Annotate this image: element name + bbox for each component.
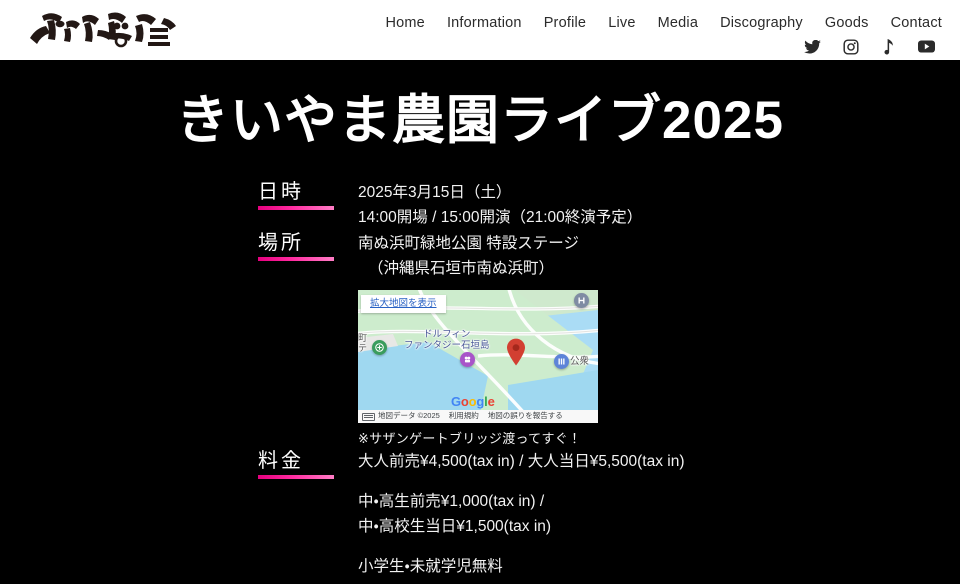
map-report-link[interactable]: 地図の誤りを報告する: [488, 410, 563, 422]
main-navigation: Home Information Profile Live Media Disc…: [385, 15, 942, 31]
fee-spacer-2: [358, 539, 960, 554]
map-poi-label-koshu: 公衆: [570, 355, 590, 367]
nav-item-profile[interactable]: Profile: [544, 15, 587, 31]
map-poi-label-machi: 町テ: [358, 332, 368, 354]
map-attribution-bar: 地図データ ©2025 利用規約 地図の誤りを報告する: [358, 409, 598, 423]
main-content: きいやま農園ライブ2025 日時 2025年3月15日（土） 14:00開場 /…: [0, 91, 960, 579]
detail-row-place: 場所 南ぬ浜町緑地公園 特設ステージ （沖縄県石垣市南ぬ浜町） 拡大地図を表示 …: [258, 231, 960, 449]
map-poi-label-dolphin: ドルフィン ファンタジー石垣島: [404, 328, 490, 351]
nav-item-goods[interactable]: Goods: [825, 15, 869, 31]
detail-value-fee: 大人前売¥4,500(tax in) / 大人当日¥5,500(tax in) …: [358, 449, 960, 579]
detail-label-fee: 料金: [258, 449, 358, 479]
detail-value-datetime: 2025年3月15日（土） 14:00開場 / 15:00開演（21:00終演予…: [358, 180, 960, 230]
fee-student-door: 中・高校生当日¥1,500(tax in): [358, 518, 552, 535]
place-venue: 南ぬ浜町緑地公園 特設ステージ: [358, 234, 579, 252]
map-poi-attraction-icon[interactable]: [460, 351, 475, 367]
detail-label-place: 場所: [258, 231, 358, 261]
map-poi-hospital-icon[interactable]: [574, 292, 589, 308]
map-poi-restroom-icon[interactable]: [554, 353, 569, 369]
social-links: [804, 38, 935, 55]
fee-children-free: 小学生・未就学児無料: [358, 558, 503, 576]
datetime-date: 2025年3月15日（土）: [358, 184, 512, 202]
map-expand-link[interactable]: 拡大地図を表示: [361, 294, 446, 314]
detail-label-fee-text: 料金: [258, 449, 304, 472]
twitter-icon[interactable]: [804, 38, 821, 55]
site-header: Home Information Profile Live Media Disc…: [0, 0, 960, 60]
fee-spacer: [358, 474, 960, 489]
nav-item-discography[interactable]: Discography: [720, 15, 803, 31]
page-title: きいやま農園ライブ2025: [176, 91, 784, 150]
detail-label-place-text: 場所: [258, 231, 304, 254]
map-terms-link[interactable]: 利用規約: [449, 410, 479, 422]
detail-row-fee: 料金 大人前売¥4,500(tax in) / 大人当日¥5,500(tax i…: [258, 449, 960, 579]
place-note: ※サザンゲートブリッジ渡ってすぐ！: [358, 430, 582, 446]
detail-row-datetime: 日時 2025年3月15日（土） 14:00開場 / 15:00開演（21:00…: [258, 180, 960, 230]
detail-value-place: 南ぬ浜町緑地公園 特設ステージ （沖縄県石垣市南ぬ浜町） 拡大地図を表示 町 テ…: [358, 231, 960, 449]
detail-label-datetime-text: 日時: [258, 181, 304, 204]
keyboard-shortcuts-icon[interactable]: [362, 412, 375, 421]
map-poi-park-icon[interactable]: [372, 339, 387, 355]
site-logo[interactable]: [22, 6, 192, 54]
detail-label-datetime: 日時: [258, 180, 358, 211]
datetime-times: 14:00開場 / 15:00開演（21:00終演予定）: [358, 209, 643, 227]
header-right: Home Information Profile Live Media Disc…: [385, 0, 950, 55]
fee-student-advance: 中・高生前売¥1,000(tax in) /: [358, 492, 545, 510]
google-watermark: Google: [451, 393, 495, 409]
label-underline-accent: [258, 206, 334, 211]
label-underline-accent: [258, 256, 334, 261]
instagram-icon[interactable]: [842, 38, 859, 55]
map-attribution-data: 地図データ ©2025: [378, 411, 440, 421]
youtube-icon[interactable]: [918, 38, 935, 55]
embedded-map[interactable]: 拡大地図を表示 町テ ドルフィン ファンタジー石垣島 公衆 Google 地図デ…: [358, 289, 598, 423]
nav-item-live[interactable]: Live: [608, 15, 635, 31]
nav-item-home[interactable]: Home: [385, 15, 424, 31]
nav-item-contact[interactable]: Contact: [891, 15, 942, 31]
nav-item-information[interactable]: Information: [447, 15, 522, 31]
music-note-icon[interactable]: [880, 38, 897, 55]
map-location-pin[interactable]: [506, 338, 526, 366]
nav-item-media[interactable]: Media: [658, 15, 699, 31]
fee-adult: 大人前売¥4,500(tax in) / 大人当日¥5,500(tax in): [358, 452, 685, 470]
event-details: 日時 2025年3月15日（土） 14:00開場 / 15:00開演（21:00…: [0, 180, 960, 579]
place-address: （沖縄県石垣市南ぬ浜町）: [368, 259, 555, 277]
label-underline-accent: [258, 474, 334, 479]
